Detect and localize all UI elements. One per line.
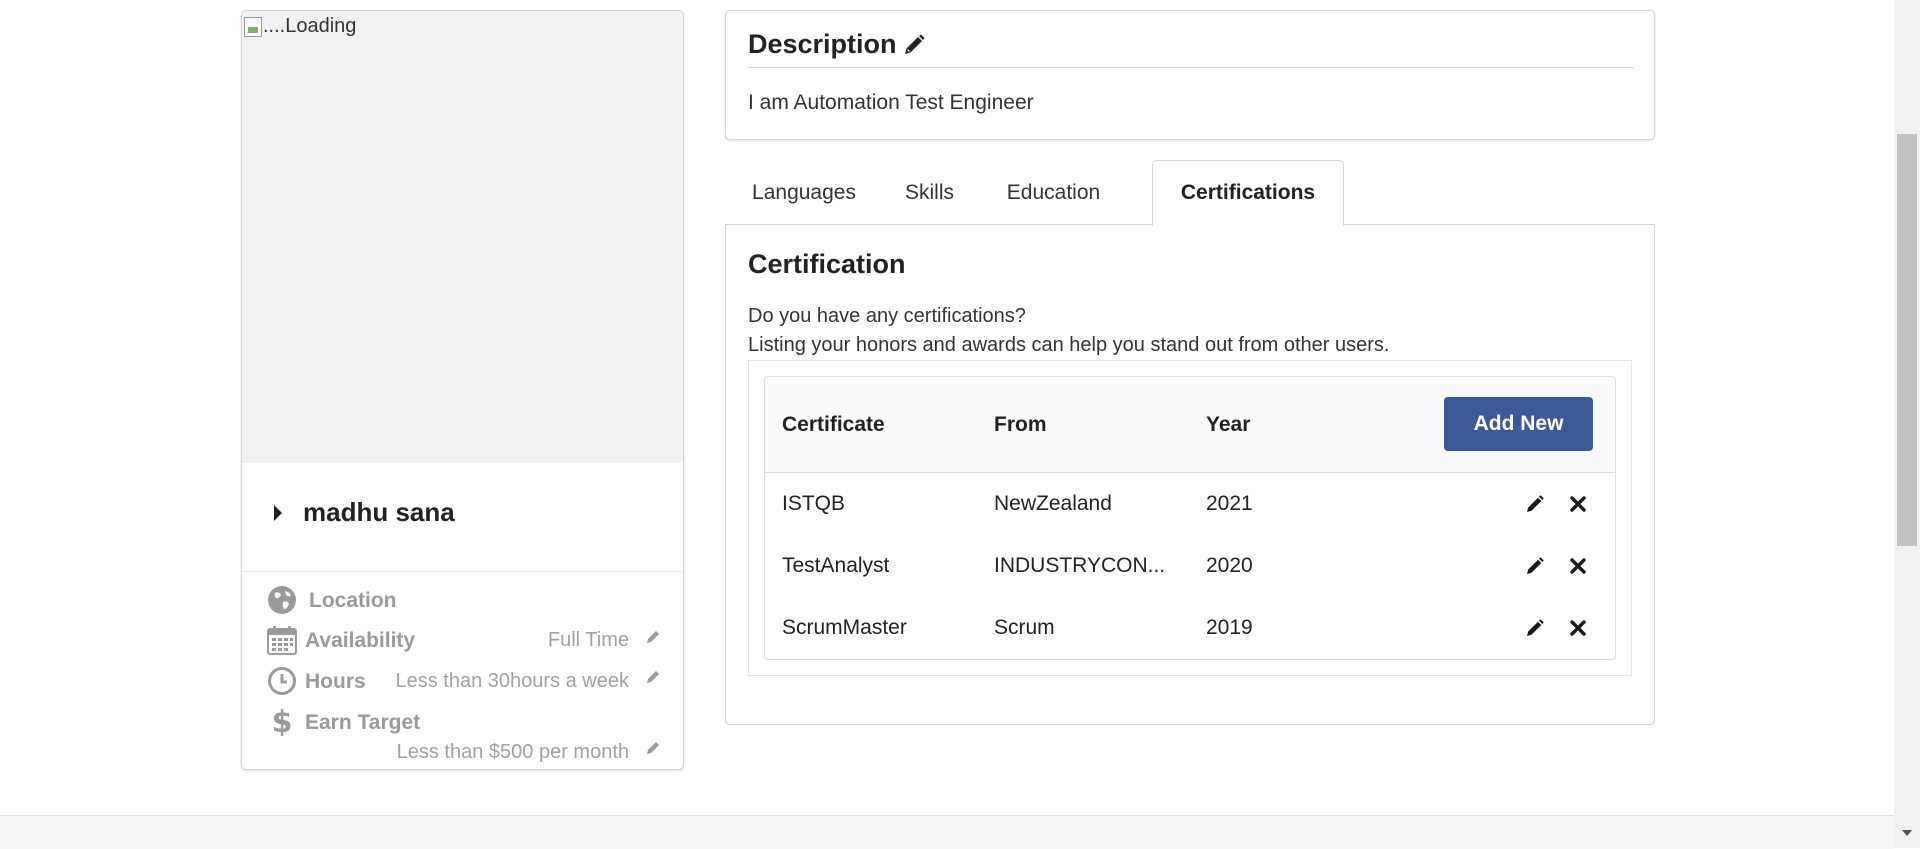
earn-target-label: Earn Target (305, 711, 421, 734)
scroll-down-arrow-icon[interactable] (1902, 830, 1912, 836)
table-row: ScrumMaster Scrum 2019 (765, 597, 1615, 659)
description-card: Description I am Automation Test Enginee… (725, 10, 1655, 140)
profile-name-row[interactable]: madhu sana (242, 463, 683, 572)
cell-year: 2020 (1206, 554, 1253, 577)
globe-icon (268, 586, 296, 614)
delete-icon[interactable] (1568, 618, 1588, 638)
edit-icon[interactable] (1525, 618, 1545, 638)
clock-icon (268, 667, 296, 695)
profile-card: ....Loading madhu sana Location Availabi… (241, 10, 684, 770)
certification-table: Certificate From Year Add New ISTQB NewZ… (764, 376, 1616, 660)
detail-availability: Availability Full Time (242, 623, 683, 659)
availability-value: Full Time (547, 629, 629, 651)
cell-from: INDUSTRYCON... (994, 554, 1166, 577)
cell-from: Scrum (994, 616, 1055, 639)
cell-certificate: ISTQB (782, 492, 846, 515)
description-text: I am Automation Test Engineer (748, 91, 1034, 114)
profile-name: madhu sana (303, 497, 455, 527)
column-header-certificate: Certificate (782, 412, 885, 436)
hours-label: Hours (305, 670, 366, 693)
tab-education[interactable]: Education (976, 160, 1131, 225)
edit-hours-icon[interactable] (645, 669, 661, 685)
calendar-icon (267, 626, 297, 655)
earn-target-value: Less than $500 per month (396, 741, 629, 763)
tab-languages[interactable]: Languages (725, 160, 883, 225)
scrollbar-thumb[interactable] (1897, 134, 1917, 546)
column-header-year: Year (1206, 412, 1251, 436)
description-divider (748, 67, 1634, 68)
hours-value: Less than 30hours a week (395, 670, 630, 692)
delete-icon[interactable] (1568, 556, 1588, 576)
edit-availability-icon[interactable] (645, 629, 661, 645)
detail-location: Location (242, 583, 683, 619)
table-row: ISTQB NewZealand 2021 (765, 473, 1615, 535)
svg-text:$: $ (272, 706, 293, 736)
vertical-scrollbar[interactable] (1894, 0, 1920, 848)
cell-from: NewZealand (994, 492, 1112, 515)
detail-earn-target: $ Earn Target Less than $500 per month (242, 704, 683, 769)
footer-strip (0, 815, 1894, 849)
caret-right-icon[interactable] (274, 505, 282, 521)
profile-tabs: Languages Skills Education Certification… (725, 160, 1655, 226)
description-header: Description (748, 29, 925, 60)
edit-icon[interactable] (1525, 556, 1545, 576)
certifications-panel: Certification Do you have any certificat… (725, 224, 1655, 725)
add-new-button[interactable]: Add New (1444, 397, 1593, 451)
cell-certificate: ScrumMaster (782, 616, 907, 639)
certification-subtitle: Listing your honors and awards can help … (748, 334, 1390, 356)
profile-photo: ....Loading (242, 11, 683, 463)
cell-certificate: TestAnalyst (782, 554, 890, 577)
edit-earn-target-icon[interactable] (645, 740, 661, 756)
photo-alt-text: ....Loading (263, 15, 357, 37)
dollar-icon: $ (272, 706, 293, 736)
location-label: Location (309, 589, 397, 612)
table-row: TestAnalyst INDUSTRYCON... 2020 (765, 535, 1615, 597)
column-header-from: From (994, 412, 1047, 436)
cell-year: 2019 (1206, 616, 1253, 639)
edit-description-icon[interactable] (903, 34, 925, 56)
delete-icon[interactable] (1568, 494, 1588, 514)
table-header: Certificate From Year Add New (765, 377, 1615, 473)
broken-image-icon (244, 16, 262, 37)
detail-hours: Hours Less than 30hours a week (242, 664, 683, 700)
certification-title: Certification (748, 249, 906, 279)
photo-placeholder: ....Loading (244, 15, 356, 38)
availability-label: Availability (305, 629, 416, 652)
description-title: Description (748, 29, 897, 59)
certification-question: Do you have any certifications? (748, 305, 1026, 327)
tab-certifications[interactable]: Certifications (1152, 160, 1344, 226)
tab-skills[interactable]: Skills (883, 160, 976, 225)
cell-year: 2021 (1206, 492, 1253, 515)
edit-icon[interactable] (1525, 494, 1545, 514)
